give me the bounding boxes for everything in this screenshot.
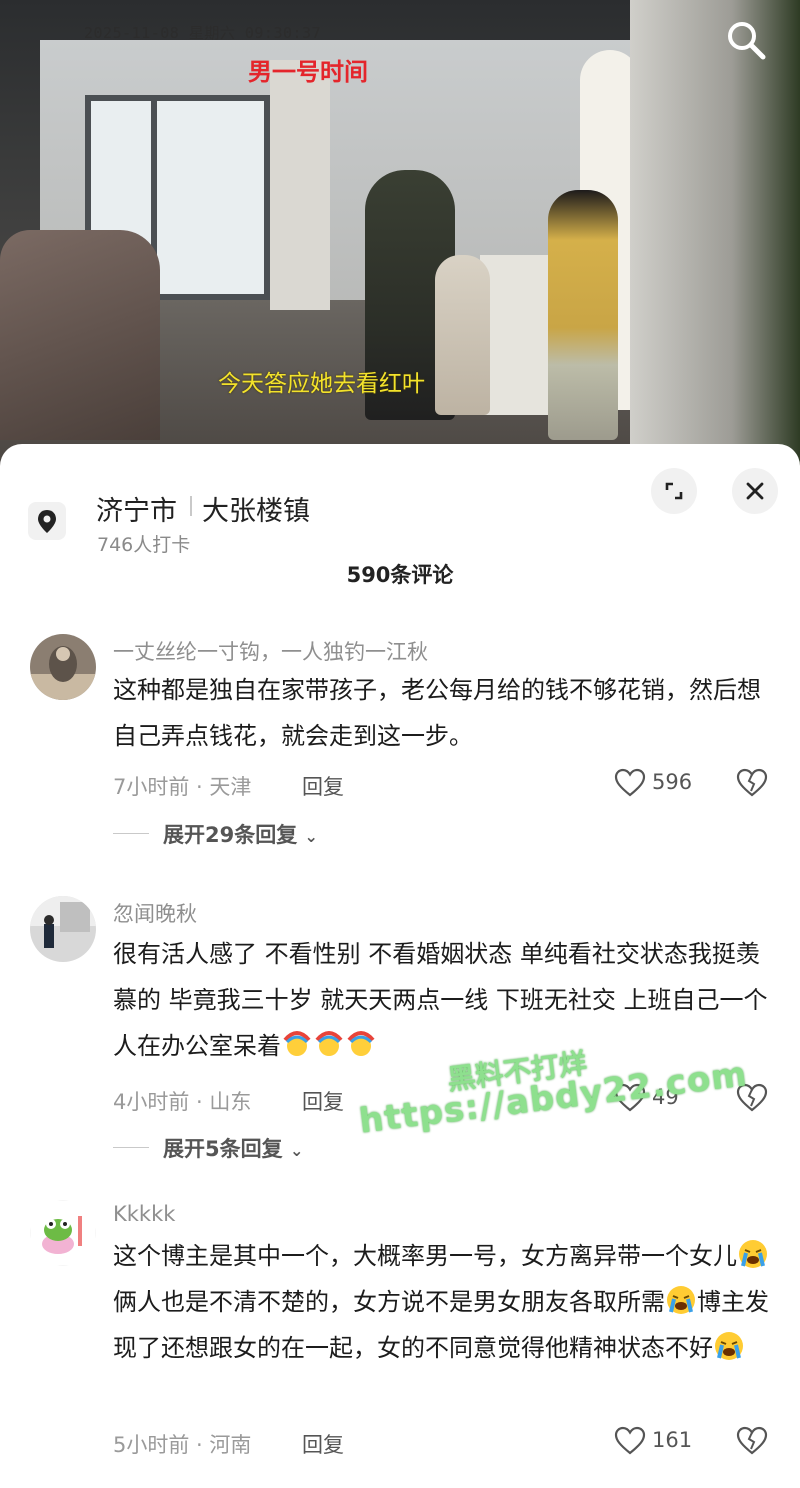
comment-author[interactable]: Kkkkk bbox=[113, 1202, 175, 1226]
gesture-emoji-icon bbox=[345, 1028, 377, 1060]
expand-replies-label: 展开29条回复 bbox=[163, 823, 298, 847]
like-count: 161 bbox=[652, 1428, 693, 1452]
child-figure bbox=[435, 255, 490, 415]
avatar[interactable] bbox=[30, 896, 96, 962]
location-city: 济宁市 bbox=[96, 496, 177, 527]
sofa bbox=[0, 230, 160, 440]
avatar[interactable] bbox=[30, 1200, 96, 1266]
chevron-down-icon: ⌄ bbox=[289, 1141, 304, 1160]
gesture-emoji-icon bbox=[281, 1028, 313, 1060]
broken-heart-icon bbox=[736, 1426, 768, 1455]
expand-icon bbox=[665, 482, 683, 500]
location-divider bbox=[190, 496, 192, 516]
comment-count: 590条评论 bbox=[346, 563, 454, 587]
comment-meta: 4小时前 · 山东 bbox=[113, 1090, 252, 1114]
crying-emoji-icon bbox=[737, 1238, 769, 1270]
heart-icon bbox=[614, 1426, 646, 1455]
crying-emoji-icon bbox=[713, 1330, 745, 1362]
search-icon[interactable] bbox=[722, 16, 770, 64]
location-town: 大张楼镇 bbox=[202, 496, 310, 527]
comment-meta: 5小时前 · 河南 bbox=[113, 1433, 252, 1457]
video-player[interactable]: 2025-11-08 星期六 09:30:37 男一号时间 今天答应她去看红叶 bbox=[0, 0, 800, 470]
comment-sheet: 济宁市 大张楼镇 746人打卡 590条评论 一丈丝纶一寸钩，一人独钓一江秋 这… bbox=[0, 444, 800, 1488]
comment-meta: 7小时前 · 天津 bbox=[113, 775, 252, 799]
expand-replies-button[interactable]: 展开5条回复 ⌄ bbox=[163, 1133, 303, 1163]
video-caption-red: 男一号时间 bbox=[248, 58, 368, 86]
like-button[interactable]: 596 bbox=[614, 768, 714, 798]
avatar[interactable] bbox=[30, 634, 96, 700]
like-count: 596 bbox=[652, 770, 693, 794]
comment-text: 很有活人感了 不看性别 不看婚姻状态 单纯看社交状态我挺羡慕的 毕竟我三十岁 就… bbox=[113, 931, 773, 1069]
video-caption-yellow: 今天答应她去看红叶 bbox=[218, 371, 425, 397]
comment-text-part: 俩人也是不清不楚的，女方说不是男女朋友各取所需 bbox=[113, 1288, 665, 1316]
comment-author[interactable]: 一丈丝纶一寸钩，一人独钓一江秋 bbox=[113, 636, 428, 666]
like-button[interactable]: 161 bbox=[614, 1426, 714, 1456]
right-wall bbox=[630, 0, 800, 470]
gesture-emoji-icon bbox=[313, 1028, 345, 1060]
comment-text-part: 这个博主是其中一个，大概率男一号，女方离异带一个女儿 bbox=[113, 1242, 737, 1270]
location-pin-icon bbox=[28, 502, 66, 540]
expand-divider bbox=[113, 1147, 149, 1148]
dislike-button[interactable] bbox=[736, 1425, 768, 1457]
reply-button[interactable]: 回复 bbox=[302, 1086, 344, 1116]
crying-emoji-icon bbox=[665, 1284, 697, 1316]
expand-replies-label: 展开5条回复 bbox=[163, 1137, 283, 1161]
expand-button[interactable] bbox=[651, 468, 697, 514]
cabinet bbox=[480, 255, 555, 415]
comment-text: 这个博主是其中一个，大概率男一号，女方离异带一个女儿俩人也是不清不楚的，女方说不… bbox=[113, 1233, 773, 1371]
broken-heart-icon bbox=[736, 768, 768, 797]
dislike-button[interactable] bbox=[736, 767, 768, 799]
curtain bbox=[270, 60, 330, 310]
comment-author[interactable]: 忽闻晚秋 bbox=[113, 898, 197, 928]
checkin-count: 746人打卡 bbox=[97, 534, 191, 556]
reply-button[interactable]: 回复 bbox=[302, 771, 344, 801]
heart-icon bbox=[614, 768, 646, 797]
expand-divider bbox=[113, 833, 149, 834]
comment-text-body: 很有活人感了 不看性别 不看婚姻状态 单纯看社交状态我挺羡慕的 毕竟我三十岁 就… bbox=[113, 940, 768, 1060]
close-button[interactable] bbox=[732, 468, 778, 514]
chevron-down-icon: ⌄ bbox=[304, 827, 318, 846]
woman-figure bbox=[548, 190, 618, 440]
expand-replies-button[interactable]: 展开29条回复 ⌄ bbox=[163, 819, 318, 849]
close-icon bbox=[746, 482, 764, 500]
camera-timestamp: 2025-11-08 星期六 09:30:37 bbox=[84, 24, 322, 42]
reply-button[interactable]: 回复 bbox=[302, 1429, 344, 1459]
comment-text: 这种都是独自在家带孩子，老公每月给的钱不够花销，然后想自己弄点钱花，就会走到这一… bbox=[113, 676, 761, 750]
